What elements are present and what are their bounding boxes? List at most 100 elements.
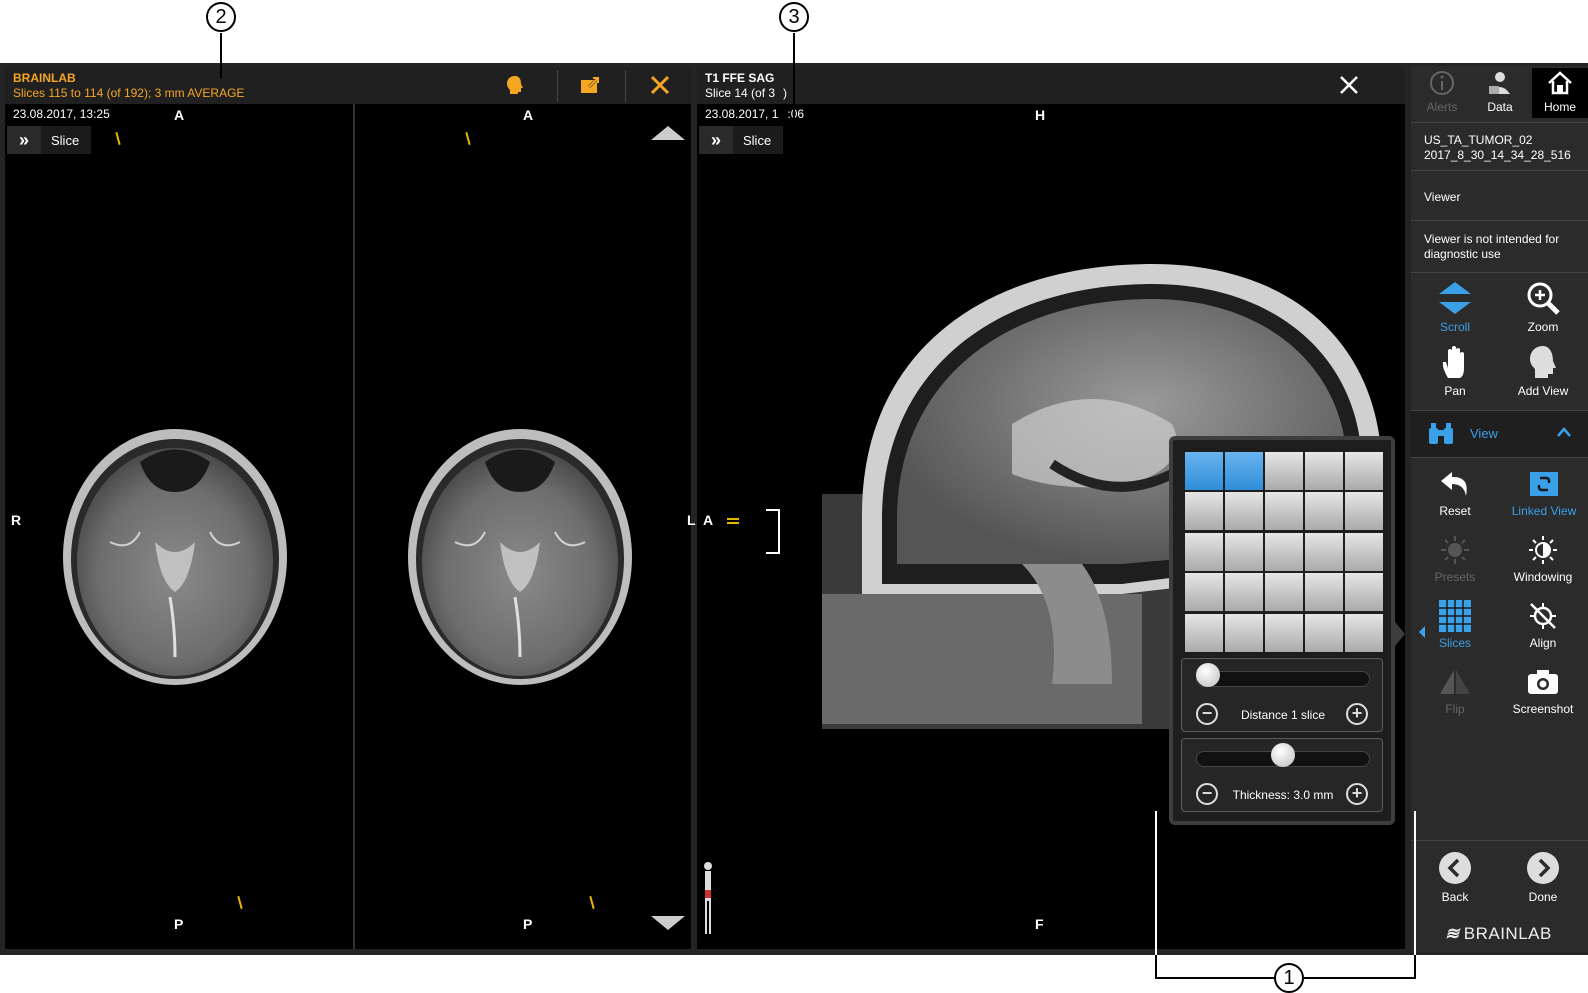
linked-view-button[interactable]: Linked View — [1508, 468, 1580, 518]
thickness-slider-knob[interactable] — [1271, 743, 1295, 767]
close-icon[interactable] — [1339, 75, 1361, 97]
layout-cell[interactable] — [1225, 532, 1263, 571]
axial-viewport-2[interactable]: A P L — [355, 104, 696, 949]
done-button[interactable]: Done — [1512, 850, 1574, 904]
layout-cell[interactable] — [1225, 613, 1263, 652]
layout-cell[interactable] — [1265, 613, 1303, 652]
presets-label: Presets — [1434, 570, 1476, 584]
brainlab-logo: ≋ BRAINLAB — [1445, 924, 1552, 944]
slice-layout-popup: − Distance 1 slice + − Thickness: 3.0 mm… — [1169, 436, 1395, 825]
minus-icon[interactable]: − — [1196, 703, 1218, 725]
scan-date-text: 23.08.2017, 1 — [705, 107, 779, 121]
layout-cell[interactable] — [1225, 492, 1263, 531]
home-button[interactable]: Home — [1532, 68, 1588, 118]
reset-button[interactable]: Reset — [1424, 468, 1486, 518]
layout-cell[interactable] — [1185, 492, 1223, 531]
scroll-up-arrow-icon[interactable] — [651, 126, 685, 140]
divider — [625, 70, 626, 102]
right-panel-subtitle: Slice 14 (of 3) — [705, 86, 787, 100]
axial-viewport-1[interactable]: 23.08.2017, 13:25 A P R » Slice — [5, 104, 353, 949]
layout-cell[interactable] — [1185, 573, 1223, 612]
scroll-label: Scroll — [1439, 320, 1470, 334]
pan-tool-button[interactable]: Pan — [1424, 344, 1486, 398]
slice-info: Slice 14 (of 3 — [705, 86, 776, 100]
export-icon[interactable] — [579, 75, 603, 97]
left-panel-header: BRAINLAB Slices 115 to 114 (of 192); 3 m… — [5, 68, 691, 104]
back-button[interactable]: Back — [1424, 850, 1486, 904]
layout-cell[interactable] — [1225, 452, 1263, 490]
layout-cell[interactable] — [1345, 532, 1383, 571]
windowing-label: Windowing — [1513, 570, 1573, 584]
screenshot-button[interactable]: Screenshot — [1512, 666, 1574, 716]
viewer-label: Viewer — [1424, 190, 1461, 204]
layout-cell[interactable] — [1345, 452, 1383, 490]
zoom-tool-button[interactable]: Zoom — [1512, 280, 1574, 334]
layout-cell[interactable] — [1185, 532, 1223, 571]
layout-cell[interactable] — [1185, 613, 1223, 652]
windowing-button[interactable]: Windowing — [1512, 534, 1574, 584]
orientation-bottom: P — [174, 916, 184, 932]
popup-pointer — [1395, 622, 1405, 646]
reset-label: Reset — [1439, 504, 1471, 518]
back-label: Back — [1441, 890, 1469, 904]
zoom-label: Zoom — [1527, 320, 1559, 334]
slice-marker — [589, 895, 595, 910]
close-icon[interactable] — [649, 74, 673, 98]
slice-info-tail: ) — [783, 86, 788, 100]
slice-mode-button[interactable]: » Slice — [7, 126, 92, 154]
patient-dataset: 2017_8_30_14_34_28_516 — [1424, 148, 1571, 162]
layout-grid[interactable] — [1185, 452, 1385, 652]
alerts-label: Alerts — [1426, 100, 1458, 114]
layout-cell[interactable] — [1305, 613, 1343, 652]
logo-mark-icon: ≋ — [1445, 924, 1460, 943]
presets-button[interactable]: Presets — [1424, 534, 1486, 584]
layout-cell[interactable] — [1305, 492, 1343, 531]
distance-slider-track[interactable] — [1196, 671, 1370, 687]
divider — [1411, 170, 1588, 171]
data-label: Data — [1487, 100, 1513, 114]
callout-line — [220, 33, 222, 78]
head-view-icon[interactable] — [505, 74, 535, 98]
layout-cell[interactable] — [1345, 613, 1383, 652]
plus-icon[interactable]: + — [1346, 783, 1368, 805]
patient-figure-icon — [5, 922, 33, 936]
layout-cell[interactable] — [1265, 532, 1303, 571]
slice-mode-button[interactable]: » Slice — [699, 126, 784, 154]
divider — [1411, 220, 1588, 221]
layout-cell[interactable] — [1185, 452, 1223, 490]
layout-cell[interactable] — [1345, 573, 1383, 612]
patient-figure-icon — [701, 860, 715, 936]
layout-cell[interactable] — [1345, 492, 1383, 531]
add-view-button[interactable]: Add View — [1512, 344, 1574, 398]
slices-button[interactable]: Slices — [1424, 600, 1486, 650]
scroll-tool-button[interactable]: Scroll — [1424, 280, 1486, 334]
callout-line — [793, 33, 795, 530]
layout-cell[interactable] — [1305, 532, 1343, 571]
distance-label: Distance 1 slice — [1240, 708, 1326, 722]
alerts-button[interactable]: Alerts — [1416, 70, 1468, 114]
layout-cell[interactable] — [1265, 452, 1303, 490]
minus-icon[interactable]: − — [1196, 783, 1218, 805]
scroll-down-arrow-icon[interactable] — [651, 916, 685, 930]
layout-cell[interactable] — [1265, 492, 1303, 531]
callout-line — [780, 528, 795, 530]
add-view-label: Add View — [1517, 384, 1569, 398]
plus-icon[interactable]: + — [1346, 703, 1368, 725]
data-button[interactable]: Data — [1474, 70, 1526, 114]
distance-slider-knob[interactable] — [1196, 663, 1220, 687]
scan-date-tail: :06 — [787, 107, 805, 121]
pan-label: Pan — [1444, 384, 1466, 398]
layout-cell[interactable] — [1225, 573, 1263, 612]
flip-button[interactable]: Flip — [1424, 666, 1486, 716]
divider — [557, 70, 558, 102]
orientation-bottom: P — [523, 916, 533, 932]
align-button[interactable]: Align — [1512, 600, 1574, 650]
layout-cell[interactable] — [1265, 573, 1303, 612]
layout-cell[interactable] — [1305, 452, 1343, 490]
callout-bracket — [766, 509, 780, 554]
view-section-header[interactable]: View — [1411, 411, 1588, 457]
layout-cell[interactable] — [1305, 573, 1343, 612]
slice-marker — [237, 895, 243, 910]
slice-marker — [465, 131, 471, 146]
expand-icon: » — [7, 126, 41, 154]
